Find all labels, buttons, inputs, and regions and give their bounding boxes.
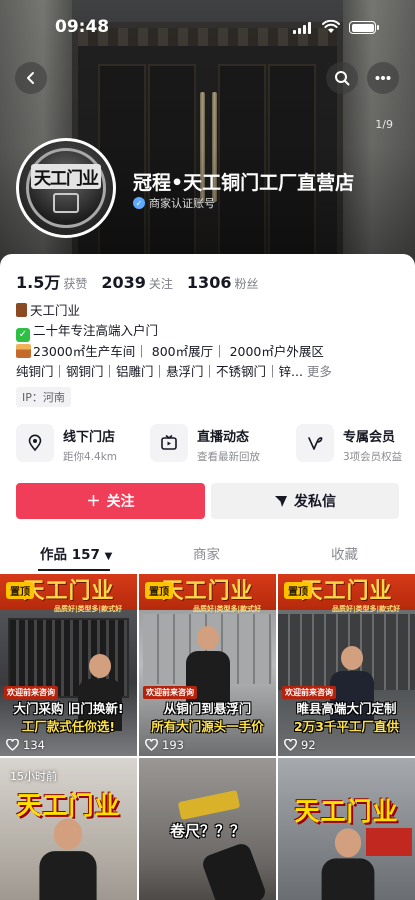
pinned-badge: 置顶 [6, 582, 34, 599]
wifi-icon [322, 20, 340, 33]
search-icon [335, 71, 350, 86]
video-caption: 工厂款式任你选! [21, 719, 116, 734]
back-button[interactable] [15, 62, 47, 94]
stats-row: 1.5万 获赞 2039 关注 1306 粉丝 [16, 269, 258, 293]
verified-badge[interactable]: ✓ 商家认证账号 [133, 195, 215, 211]
video-caption: 所有大门源头一手价 [151, 719, 264, 734]
video-logo-text: 天工门业 [294, 797, 399, 826]
video-slogan: 品质好|类型多|款式好 [54, 605, 123, 613]
video-grid: 天工门业 置顶 品质好|类型多|款式好 欢迎前来咨询 大门采购 旧门换新! 工厂… [0, 574, 415, 900]
plus-icon: ＋ [86, 494, 101, 510]
avatar-logo-text: 天工门业 [31, 163, 101, 189]
heart-icon [284, 739, 297, 751]
vip-icon [308, 437, 323, 450]
search-button[interactable] [326, 62, 358, 94]
video-caption: 大门采购 旧门换新! [13, 701, 124, 716]
send-icon [275, 496, 287, 507]
video-slogan: 品质好|类型多|款式好 [193, 605, 262, 613]
feature-subtitle: 查看最新回放 [197, 451, 260, 463]
feature-live[interactable]: 直播动态 查看最新回放 [150, 424, 260, 464]
profile-card: 1.5万 获赞 2039 关注 1306 粉丝 天工门业 ✓ 二十年专注高端入户门 23… [0, 254, 415, 900]
shop-name: 冠程•天工铜门工厂直营店 [133, 172, 355, 194]
chevron-left-icon [27, 72, 34, 84]
pinned-badge: 置顶 [145, 582, 173, 599]
video-likes: 193 [145, 738, 184, 752]
check-emoji-icon: ✓ [16, 328, 30, 342]
stat-likes[interactable]: 1.5万 获赞 [16, 269, 87, 293]
battery-icon [349, 21, 379, 34]
bio[interactable]: 天工门业 ✓ 二十年专注高端入户门 23000㎡生产车间｜ 800㎡展厅｜ 200… [16, 301, 406, 382]
tab-works[interactable]: 作品 157 ▼ [40, 543, 112, 563]
more-button[interactable] [367, 62, 399, 94]
heart-icon [6, 739, 19, 751]
tab-favorites[interactable]: 收藏 [331, 543, 358, 563]
feature-offline-store[interactable]: 线下门店 距你4.4km [16, 424, 117, 464]
status-bar: 09:48 [0, 14, 415, 44]
feature-row: 线下门店 距你4.4km 直播动态 查看最新回放 专属会员 3项会员权益 [16, 424, 411, 466]
video-caption: 卷尺？？？ [169, 822, 245, 840]
location-pin-icon [28, 434, 42, 452]
video-time-label: 15小时前 [10, 770, 57, 783]
video-tile[interactable]: 天工门业 [278, 758, 415, 900]
status-time: 09:48 [55, 17, 110, 37]
video-logo-text: 天工门业 [16, 791, 121, 820]
video-slogan: 品质好|类型多|款式好 [332, 605, 401, 613]
feature-subtitle: 距你4.4km [63, 451, 118, 463]
feature-title: 专属会员 [343, 430, 396, 445]
factory-emoji-icon [16, 344, 31, 358]
stat-followers[interactable]: 1306 粉丝 [187, 273, 259, 292]
tab-shop[interactable]: 商家 [193, 543, 220, 563]
ip-location-tag: IP：河南 [16, 387, 71, 407]
tab-active-indicator [38, 569, 110, 571]
message-button[interactable]: 发私信 [211, 483, 399, 519]
heart-icon [145, 739, 158, 751]
verified-label: 商家认证账号 [149, 197, 215, 210]
chevron-down-icon: ▼ [104, 551, 113, 562]
avatar[interactable]: 天工门业 [16, 138, 116, 238]
logo-mark-icon [53, 192, 79, 213]
video-likes: 92 [284, 738, 316, 752]
bio-line: 纯铜门｜钢铜门｜铝雕门｜悬浮门｜不锈钢门｜锌... [16, 364, 303, 379]
video-caption: 2万3千平工厂直供 [294, 719, 399, 734]
video-tile[interactable]: 天工门业 置顶 品质好|类型多|款式好 欢迎前来咨询 睢县高端大门定制 2万3千… [278, 574, 415, 756]
follow-button[interactable]: ＋ 关注 [16, 483, 205, 519]
bio-line: 23000㎡生产车间｜ 800㎡展厅｜ 2000㎡户外展区 [33, 344, 324, 359]
bio-line: 二十年专注高端入户门 [33, 323, 159, 338]
video-tile[interactable]: 天工门业 置顶 品质好|类型多|款式好 欢迎前来咨询 大门采购 旧门换新! 工厂… [0, 574, 137, 756]
video-likes: 134 [6, 738, 45, 752]
stat-following[interactable]: 2039 关注 [101, 273, 173, 292]
feature-membership[interactable]: 专属会员 3项会员权益 [296, 424, 402, 464]
feature-subtitle: 3项会员权益 [343, 451, 403, 463]
signal-icon [293, 22, 311, 34]
cover-page-indicator: 1/9 [375, 118, 393, 131]
more-dots-icon [375, 76, 391, 80]
video-caption: 睢县高端大门定制 [296, 701, 397, 716]
video-tile[interactable]: 卷尺？？？ [139, 758, 276, 900]
verified-check-icon: ✓ [133, 197, 145, 209]
pinned-badge: 置顶 [284, 582, 312, 599]
feature-title: 线下门店 [63, 430, 116, 445]
bio-line: 天工门业 [30, 303, 81, 318]
video-tile[interactable]: 15小时前 天工门业 [0, 758, 137, 900]
live-tv-icon [161, 434, 177, 450]
door-emoji-icon [16, 303, 27, 317]
content-tabs: 作品 157 ▼ 商家 收藏 [0, 537, 415, 571]
video-tile[interactable]: 天工门业 置顶 品质好|类型多|款式好 欢迎前来咨询 从铜门到悬浮门 所有大门源… [139, 574, 276, 756]
video-caption: 从铜门到悬浮门 [163, 701, 252, 716]
bio-more-link[interactable]: 更多 [307, 364, 332, 379]
feature-title: 直播动态 [197, 430, 250, 445]
